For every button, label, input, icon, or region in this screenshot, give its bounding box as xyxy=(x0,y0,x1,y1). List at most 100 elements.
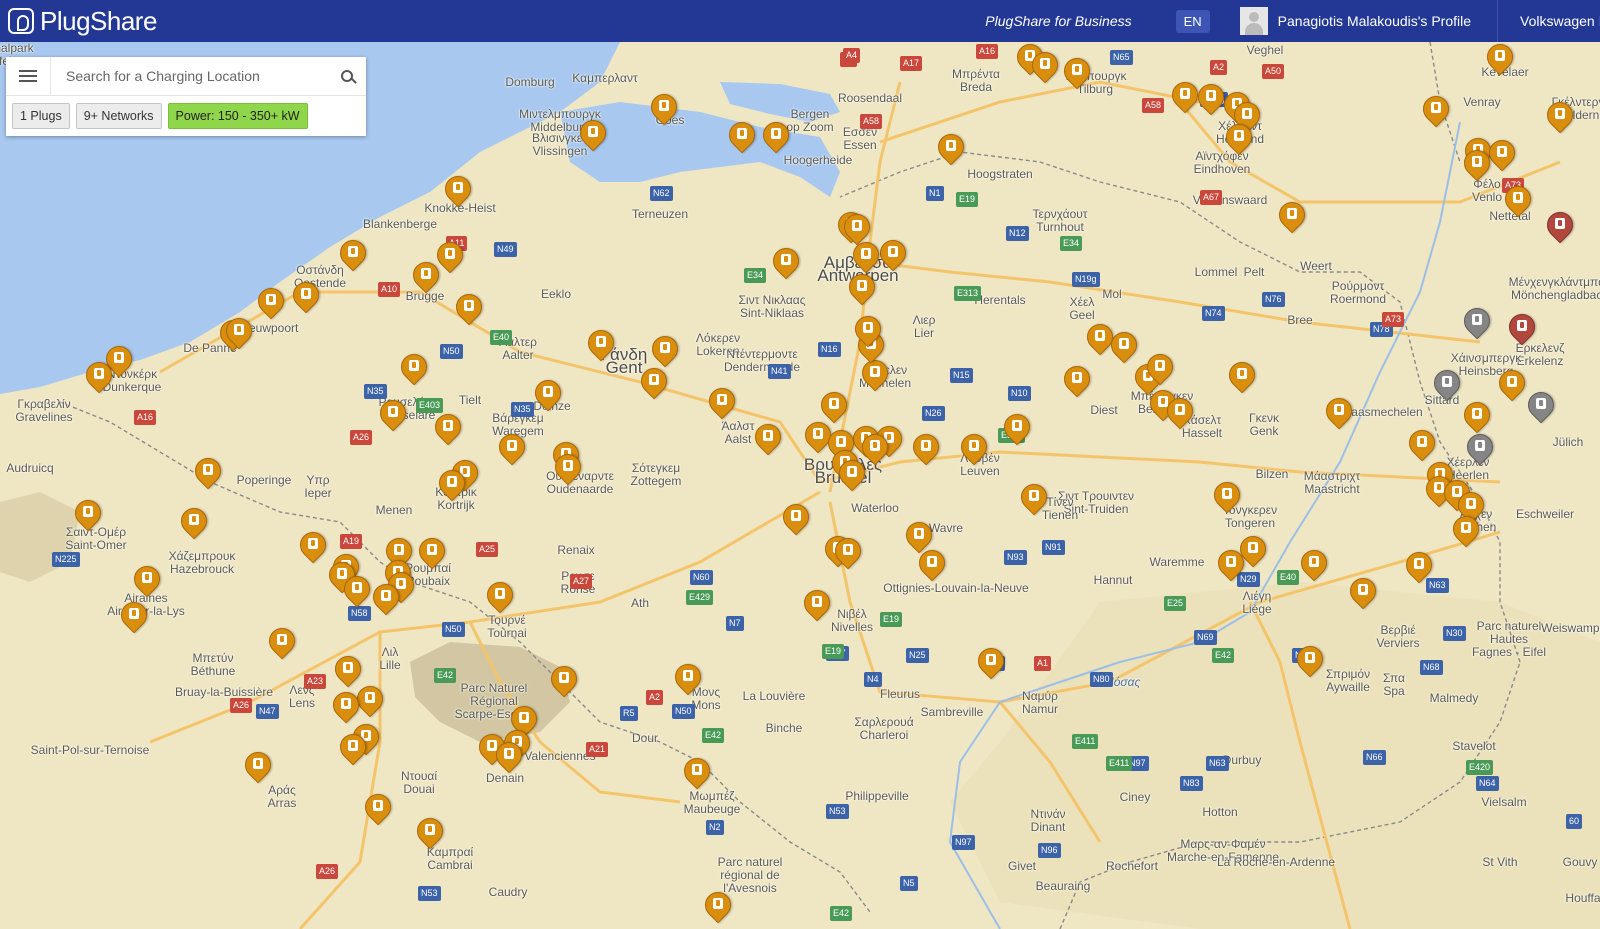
charging-station-pin[interactable] xyxy=(252,282,290,326)
charging-station-pin[interactable] xyxy=(1417,90,1455,134)
charging-station-pin[interactable] xyxy=(351,680,389,724)
charging-station-pin[interactable] xyxy=(635,362,673,406)
charging-station-pin[interactable] xyxy=(1220,118,1258,162)
charging-station-pin[interactable] xyxy=(367,578,405,622)
charging-station-pin[interactable] xyxy=(1428,364,1466,408)
charging-station-pin[interactable] xyxy=(1058,52,1096,96)
charging-station-pin[interactable] xyxy=(334,728,372,772)
charging-station-pin[interactable] xyxy=(334,234,372,278)
charging-station-pin[interactable] xyxy=(777,498,815,542)
charging-station-pin[interactable] xyxy=(1503,308,1541,352)
charging-station-pin[interactable] xyxy=(1522,386,1560,430)
charging-station-pin[interactable] xyxy=(849,310,887,354)
charging-station-pin[interactable] xyxy=(338,570,376,614)
charging-station-pin[interactable] xyxy=(549,448,587,492)
charging-station-pin[interactable] xyxy=(645,88,683,132)
charging-station-pin[interactable] xyxy=(287,276,325,320)
plugshare-logo[interactable]: PlugShare xyxy=(8,0,157,42)
charging-station-pin[interactable] xyxy=(798,584,836,628)
charging-station-pin[interactable] xyxy=(395,348,433,392)
charging-station-pin[interactable] xyxy=(374,394,412,438)
charging-station-pin[interactable] xyxy=(413,532,451,576)
charging-station-pin[interactable] xyxy=(80,356,118,400)
charging-station-pin[interactable] xyxy=(678,752,716,796)
language-selector[interactable]: EN xyxy=(1175,9,1210,33)
networks-filter-chip[interactable]: 9+ Networks xyxy=(75,103,162,129)
charging-station-pin[interactable] xyxy=(263,622,301,666)
charging-station-pin[interactable] xyxy=(1481,42,1519,82)
charging-station-pin[interactable] xyxy=(359,788,397,832)
charging-station-pin[interactable] xyxy=(1081,318,1119,362)
charging-station-pin[interactable] xyxy=(703,382,741,426)
charging-station-pin[interactable] xyxy=(220,312,258,356)
charging-station-pin[interactable] xyxy=(1458,144,1496,188)
charging-station-pin[interactable] xyxy=(481,576,519,620)
charging-station-pin[interactable] xyxy=(1458,302,1496,346)
power-filter-chip[interactable]: Power: 150 - 350+ kW xyxy=(167,103,308,129)
charging-station-pin[interactable] xyxy=(1320,392,1358,436)
charging-station-pin[interactable] xyxy=(529,374,567,418)
charging-station-pin[interactable] xyxy=(1493,364,1531,408)
charging-station-pin[interactable] xyxy=(1234,530,1272,574)
charging-station-pin[interactable] xyxy=(1161,392,1199,436)
charging-station-pin[interactable] xyxy=(1273,196,1311,240)
charging-station-pin[interactable] xyxy=(1105,326,1143,370)
charging-station-pin[interactable] xyxy=(128,560,166,604)
charging-station-pin[interactable] xyxy=(175,502,213,546)
charging-station-pin[interactable] xyxy=(1166,76,1204,120)
charging-station-pin[interactable] xyxy=(1541,206,1579,250)
charging-station-pin[interactable] xyxy=(189,452,227,496)
charging-station-pin[interactable] xyxy=(239,746,277,790)
charging-station-pin[interactable] xyxy=(431,236,469,280)
charging-station-pin[interactable] xyxy=(723,116,761,160)
charging-station-pin[interactable] xyxy=(490,736,528,780)
search-input[interactable] xyxy=(64,67,332,85)
charging-station-pin[interactable] xyxy=(1141,348,1179,392)
charging-station-pin[interactable] xyxy=(69,494,107,538)
charging-station-pin[interactable] xyxy=(1026,46,1064,90)
charging-station-pin[interactable] xyxy=(1192,78,1230,122)
charging-station-pin[interactable] xyxy=(1499,180,1537,224)
charging-station-pin[interactable] xyxy=(582,324,620,368)
charging-station-pin[interactable] xyxy=(843,268,881,312)
charging-station-pin[interactable] xyxy=(1015,478,1053,522)
charging-station-pin[interactable] xyxy=(874,234,912,278)
charging-station-pin[interactable] xyxy=(1541,96,1579,140)
charging-station-pin[interactable] xyxy=(1447,510,1485,554)
charging-station-pin[interactable] xyxy=(767,242,805,286)
charging-station-pin[interactable] xyxy=(1344,572,1382,616)
charging-station-pin[interactable] xyxy=(833,454,871,498)
charging-station-pin[interactable] xyxy=(699,886,737,929)
charging-station-pin[interactable] xyxy=(907,428,945,472)
charging-station-pin[interactable] xyxy=(757,116,795,160)
charging-station-pin[interactable] xyxy=(972,642,1010,686)
charging-station-pin[interactable] xyxy=(1483,134,1521,178)
charging-station-pin[interactable] xyxy=(1400,546,1438,590)
charging-station-pin[interactable] xyxy=(407,256,445,300)
profile-link[interactable]: Panagiotis Malakoudis's Profile xyxy=(1239,7,1471,35)
charging-station-pin[interactable] xyxy=(433,464,471,508)
charging-station-pin[interactable] xyxy=(1461,428,1499,472)
charging-station-pin[interactable] xyxy=(294,526,332,570)
search-icon[interactable] xyxy=(332,57,366,95)
charging-station-pin[interactable] xyxy=(411,812,449,856)
charging-station-pin[interactable] xyxy=(749,418,787,462)
charging-station-pin[interactable] xyxy=(1058,360,1096,404)
menu-button[interactable] xyxy=(6,57,51,95)
charging-station-pin[interactable] xyxy=(429,408,467,452)
vehicle-selector[interactable]: Volkswagen ID.3 xyxy=(1520,13,1600,29)
charging-station-pin[interactable] xyxy=(829,532,867,576)
charging-station-pin[interactable] xyxy=(545,660,583,704)
charging-station-pin[interactable] xyxy=(913,544,951,588)
charging-station-pin[interactable] xyxy=(493,428,531,472)
charging-station-pin[interactable] xyxy=(669,658,707,702)
charging-station-pin[interactable] xyxy=(1223,356,1261,400)
charging-station-pin[interactable] xyxy=(115,596,153,640)
charging-station-pin[interactable] xyxy=(1208,476,1246,520)
charging-station-pin[interactable] xyxy=(998,408,1036,452)
charging-station-pin[interactable] xyxy=(439,170,477,214)
business-link[interactable]: PlugShare for Business xyxy=(985,13,1131,29)
plugs-filter-chip[interactable]: 1 Plugs xyxy=(12,103,70,129)
charging-station-pin[interactable] xyxy=(932,128,970,172)
charging-station-pin[interactable] xyxy=(574,114,612,158)
